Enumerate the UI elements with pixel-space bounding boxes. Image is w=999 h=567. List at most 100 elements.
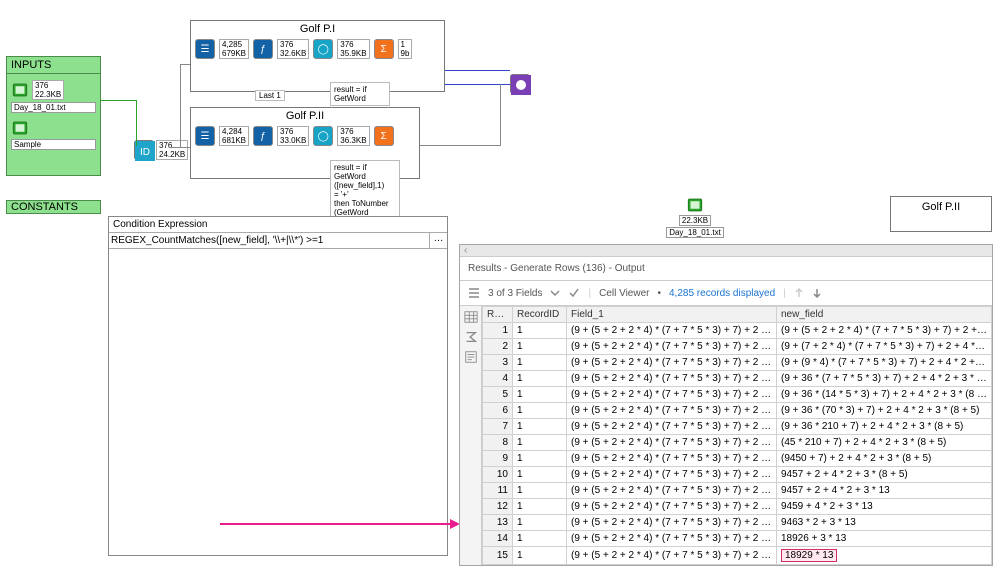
formula-tool[interactable]: ƒ (253, 39, 273, 59)
col-field1[interactable]: Field_1 (567, 307, 777, 323)
cell-newfield[interactable]: (9450 + 7) + 2 + 4 * 2 + 3 * (8 + 5) (777, 451, 992, 467)
table-icon[interactable] (464, 310, 478, 324)
cell-newfield[interactable]: (9 + (7 + 2 * 4) * (7 + 7 * 5 * 3) + 7) … (777, 339, 992, 355)
table-row[interactable]: 121(9 + (5 + 2 + 2 * 4) * (7 + 7 * 5 * 3… (483, 499, 992, 515)
formula-tool-2[interactable]: ƒ (253, 126, 273, 146)
table-row[interactable]: 91(9 + (5 + 2 + 2 * 4) * (7 + 7 * 5 * 3)… (483, 451, 992, 467)
table-row[interactable]: 141(9 + (5 + 2 + 2 * 4) * (7 + 7 * 5 * 3… (483, 531, 992, 547)
cell-recordid[interactable]: 1 (513, 371, 567, 387)
cell-field1[interactable]: (9 + (5 + 2 + 2 * 4) * (7 + 7 * 5 * 3) +… (567, 499, 777, 515)
results-scroll-bar[interactable]: ‹ (460, 245, 992, 257)
chevron-left-icon[interactable]: ‹ (464, 245, 467, 256)
table-row[interactable]: 71(9 + (5 + 2 + 2 * 4) * (7 + 7 * 5 * 3)… (483, 419, 992, 435)
cell-newfield[interactable]: (9 + 36 * (70 * 3) + 7) + 2 + 4 * 2 + 3 … (777, 403, 992, 419)
table-row[interactable]: 51(9 + (5 + 2 + 2 * 4) * (7 + 7 * 5 * 3)… (483, 387, 992, 403)
col-newfield[interactable]: new_field (777, 307, 992, 323)
transform-tool-2[interactable]: ◯ (313, 126, 333, 146)
col-recordid[interactable]: RecordID (513, 307, 567, 323)
table-row[interactable]: 81(9 + (5 + 2 + 2 * 4) * (7 + 7 * 5 * 3)… (483, 435, 992, 451)
chevron-down-icon[interactable] (550, 288, 560, 298)
row-number: 6 (483, 403, 513, 419)
table-row[interactable]: 61(9 + (5 + 2 + 2 * 4) * (7 + 7 * 5 * 3)… (483, 403, 992, 419)
cell-field1[interactable]: (9 + (5 + 2 + 2 * 4) * (7 + 7 * 5 * 3) +… (567, 339, 777, 355)
table-row[interactable]: 11(9 + (5 + 2 + 2 * 4) * (7 + 7 * 5 * 3)… (483, 323, 992, 339)
cell-field1[interactable]: (9 + (5 + 2 + 2 * 4) * (7 + 7 * 5 * 3) +… (567, 323, 777, 339)
sigma-icon[interactable] (464, 330, 478, 344)
cell-recordid[interactable]: 1 (513, 339, 567, 355)
cell-recordid[interactable]: 1 (513, 387, 567, 403)
cell-field1[interactable]: (9 + (5 + 2 + 2 * 4) * (7 + 7 * 5 * 3) +… (567, 531, 777, 547)
input1-filename: Day_18_01.txt (11, 102, 96, 113)
cell-field1[interactable]: (9 + (5 + 2 + 2 * 4) * (7 + 7 * 5 * 3) +… (567, 547, 777, 565)
cell-recordid[interactable]: 1 (513, 355, 567, 371)
fields-count[interactable]: 3 of 3 Fields (488, 288, 542, 299)
cell-newfield[interactable]: (9 + 36 * 210 + 7) + 2 + 4 * 2 + 3 * (8 … (777, 419, 992, 435)
cell-newfield[interactable]: (9 + 36 * (14 * 5 * 3) + 7) + 2 + 4 * 2 … (777, 387, 992, 403)
note-icon[interactable] (464, 350, 478, 364)
cell-field1[interactable]: (9 + (5 + 2 + 2 * 4) * (7 + 7 * 5 * 3) +… (567, 467, 777, 483)
expression-editor-button[interactable]: … (429, 233, 447, 248)
generate-rows-tool[interactable]: ☰ (195, 39, 215, 59)
table-row[interactable]: 131(9 + (5 + 2 + 2 * 4) * (7 + 7 * 5 * 3… (483, 515, 992, 531)
summarize-tool[interactable]: Σ (374, 39, 394, 59)
record-id-tool[interactable]: ID (134, 140, 154, 160)
cell-newfield[interactable]: (9 + (9 * 4) * (7 + 7 * 5 * 3) + 7) + 2 … (777, 355, 992, 371)
cell-field1[interactable]: (9 + (5 + 2 + 2 * 4) * (7 + 7 * 5 * 3) +… (567, 403, 777, 419)
cell-newfield[interactable]: 9457 + 2 + 4 * 2 + 3 * 13 (777, 483, 992, 499)
cell-newfield[interactable]: (45 * 210 + 7) + 2 + 4 * 2 + 3 * (8 + 5) (777, 435, 992, 451)
cell-recordid[interactable]: 1 (513, 419, 567, 435)
check-icon[interactable] (568, 287, 580, 299)
cell-newfield[interactable]: (9 + 36 * (7 + 7 * 5 * 3) + 7) + 2 + 4 *… (777, 371, 992, 387)
cell-field1[interactable]: 3 + 5 + (9 + 2 * 5) + (6 * 4 + 8) * 9 + … (567, 565, 777, 566)
results-grid[interactable]: Record RecordID Field_1 new_field 11(9 +… (482, 306, 992, 565)
arrow-down-icon[interactable] (812, 288, 822, 298)
cell-field1[interactable]: (9 + (5 + 2 + 2 * 4) * (7 + 7 * 5 * 3) +… (567, 515, 777, 531)
table-row[interactable]: 111(9 + (5 + 2 + 2 * 4) * (7 + 7 * 5 * 3… (483, 483, 992, 499)
right-input-icon[interactable]: 22.3KB Day_18_01.txt (675, 196, 715, 240)
cell-recordid[interactable]: 1 (513, 323, 567, 339)
cell-field1[interactable]: (9 + (5 + 2 + 2 * 4) * (7 + 7 * 5 * 3) +… (567, 371, 777, 387)
cell-recordid[interactable]: 1 (513, 499, 567, 515)
table-row[interactable]: 1623 + 5 + (9 + 2 * 5) + (6 * 4 + 8) * 9… (483, 565, 992, 566)
input-file-2[interactable] (11, 119, 96, 137)
cell-recordid[interactable]: 1 (513, 483, 567, 499)
cell-field1[interactable]: (9 + (5 + 2 + 2 * 4) * (7 + 7 * 5 * 3) +… (567, 387, 777, 403)
cell-newfield[interactable]: 9457 + 2 + 4 * 2 + 3 * (8 + 5) (777, 467, 992, 483)
cell-recordid[interactable]: 1 (513, 403, 567, 419)
col-record[interactable]: Record (483, 307, 513, 323)
cell-field1[interactable]: (9 + (5 + 2 + 2 * 4) * (7 + 7 * 5 * 3) +… (567, 435, 777, 451)
cell-newfield[interactable]: 3 + 5 + (9 + 2 * 5) + (6 * 4 + 8) * 9 + … (777, 565, 992, 566)
generate-rows-tool-2[interactable]: ☰ (195, 126, 215, 146)
summarize-tool-2[interactable]: Σ (374, 126, 394, 146)
union-tool[interactable] (510, 74, 530, 94)
cell-field1[interactable]: (9 + (5 + 2 + 2 * 4) * (7 + 7 * 5 * 3) +… (567, 483, 777, 499)
transform-tool[interactable]: ◯ (313, 39, 333, 59)
condition-expression-input[interactable] (109, 233, 429, 248)
table-row[interactable]: 41(9 + (5 + 2 + 2 * 4) * (7 + 7 * 5 * 3)… (483, 371, 992, 387)
cell-newfield[interactable]: 18929 * 13 (777, 547, 992, 565)
cell-recordid[interactable]: 1 (513, 515, 567, 531)
cell-recordid[interactable]: 1 (513, 531, 567, 547)
cell-field1[interactable]: (9 + (5 + 2 + 2 * 4) * (7 + 7 * 5 * 3) +… (567, 419, 777, 435)
cell-newfield[interactable]: 18926 + 3 * 13 (777, 531, 992, 547)
cell-newfield[interactable]: 9459 + 4 * 2 + 3 * 13 (777, 499, 992, 515)
svg-text:ID: ID (140, 147, 150, 158)
arrow-up-icon[interactable] (794, 288, 804, 298)
cell-recordid[interactable]: 1 (513, 547, 567, 565)
table-row[interactable]: 101(9 + (5 + 2 + 2 * 4) * (7 + 7 * 5 * 3… (483, 467, 992, 483)
table-row[interactable]: 31(9 + (5 + 2 + 2 * 4) * (7 + 7 * 5 * 3)… (483, 355, 992, 371)
table-row[interactable]: 151(9 + (5 + 2 + 2 * 4) * (7 + 7 * 5 * 3… (483, 547, 992, 565)
input-file-1[interactable]: 37622.3KB (11, 80, 96, 100)
cell-newfield[interactable]: (9 + (5 + 2 + 2 * 4) * (7 + 7 * 5 * 3) +… (777, 323, 992, 339)
right-golf-p2-title: Golf P.II (922, 201, 960, 213)
cell-field1[interactable]: (9 + (5 + 2 + 2 * 4) * (7 + 7 * 5 * 3) +… (567, 355, 777, 371)
cell-viewer-label[interactable]: Cell Viewer (599, 288, 649, 299)
cell-recordid[interactable]: 1 (513, 451, 567, 467)
cell-recordid[interactable]: 2 (513, 565, 567, 566)
cell-newfield[interactable]: 9463 * 2 + 3 * 13 (777, 515, 992, 531)
cell-recordid[interactable]: 1 (513, 435, 567, 451)
cell-field1[interactable]: (9 + (5 + 2 + 2 * 4) * (7 + 7 * 5 * 3) +… (567, 451, 777, 467)
hamburger-icon[interactable] (468, 287, 480, 299)
cell-recordid[interactable]: 1 (513, 467, 567, 483)
table-row[interactable]: 21(9 + (5 + 2 + 2 * 4) * (7 + 7 * 5 * 3)… (483, 339, 992, 355)
